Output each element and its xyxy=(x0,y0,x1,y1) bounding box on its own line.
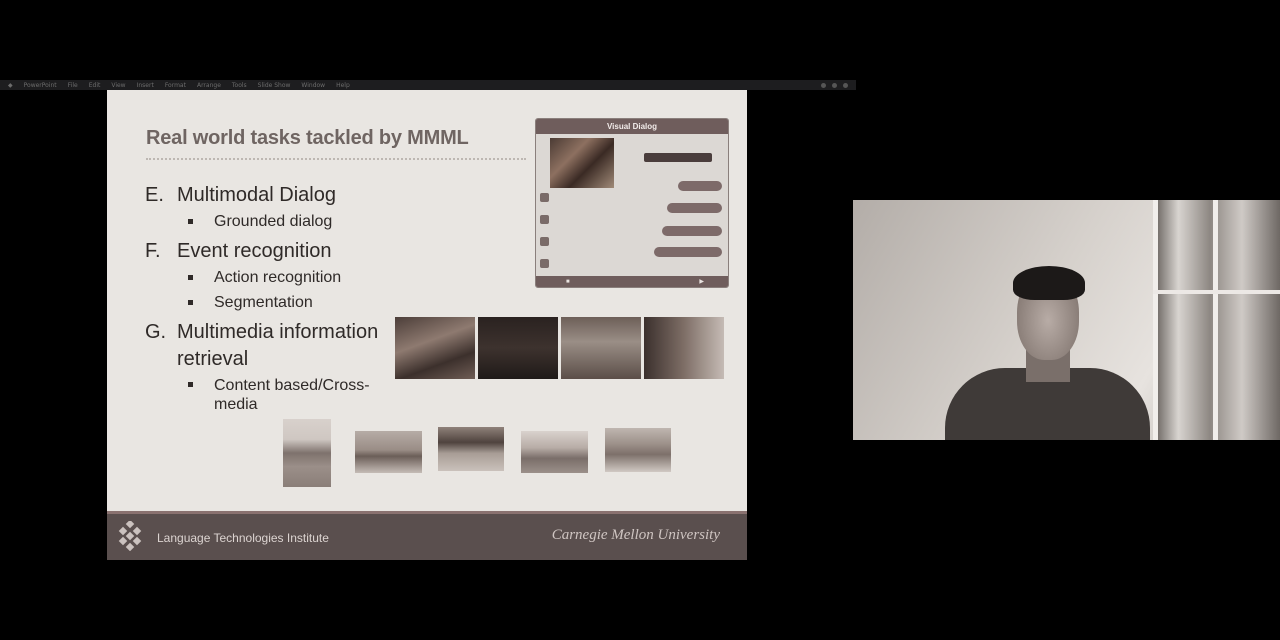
sub-bullet-text: Segmentation xyxy=(214,294,313,311)
title-divider xyxy=(146,158,526,160)
action-frame xyxy=(478,317,558,379)
action-frame xyxy=(561,317,641,379)
presenter-webcam xyxy=(853,200,1280,440)
dialog-answer-bubble xyxy=(662,226,722,236)
institute-name: Language Technologies Institute xyxy=(157,531,329,545)
slide-footer: Language Technologies Institute Carnegie… xyxy=(107,511,747,560)
university-name: Carnegie Mellon University xyxy=(551,527,720,543)
chat-avatar-icon xyxy=(540,215,549,224)
presenter-hair xyxy=(1013,266,1085,300)
bullet-square-icon xyxy=(188,300,193,305)
apple-menu-icon[interactable]: ◆ xyxy=(8,82,13,89)
lti-logo-icon xyxy=(118,521,142,551)
sub-bullet-text: Action recognition xyxy=(214,269,342,286)
app-menubar: ◆ PowerPoint File Edit View Insert Forma… xyxy=(0,80,856,90)
menu-item-edit[interactable]: Edit xyxy=(89,82,101,89)
visual-dialog-title: Visual Dialog xyxy=(536,119,728,134)
dialog-question xyxy=(540,258,549,269)
menu-item-format[interactable]: Format xyxy=(165,82,186,89)
bullet-square-icon xyxy=(188,275,193,280)
presentation-slide: Real world tasks tackled by MMML E. Mult… xyxy=(107,90,747,560)
stop-icon[interactable]: ■ xyxy=(566,279,570,285)
dialog-caption xyxy=(644,153,712,162)
dialog-question xyxy=(540,192,549,203)
menu-item-arrange[interactable]: Arrange xyxy=(197,82,221,89)
window-frame xyxy=(1153,290,1280,294)
action-frame xyxy=(395,317,475,379)
sub-bullet-text: Content based/Cross- xyxy=(214,377,370,394)
retrieval-thumbnail xyxy=(521,431,588,473)
menu-item-insert[interactable]: Insert xyxy=(137,82,154,89)
bullet-square-icon xyxy=(188,219,193,224)
bullet-square-icon xyxy=(188,382,193,387)
dialog-answer-bubble xyxy=(678,181,722,191)
play-icon[interactable]: ▶ xyxy=(699,278,704,285)
section-letter: F. xyxy=(145,240,161,262)
window-frame xyxy=(1213,200,1218,440)
sub-bullet: Segmentation xyxy=(145,290,405,315)
chat-avatar-icon xyxy=(540,193,549,202)
section-heading: Multimodal Dialog xyxy=(177,184,336,206)
dialog-answer-bubble xyxy=(654,247,722,257)
section-heading: Multimedia information xyxy=(177,321,379,343)
retrieval-thumbnail xyxy=(283,419,331,487)
dialog-controls: ■ ▶ xyxy=(536,276,728,287)
menu-item-slideshow[interactable]: Slide Show xyxy=(258,82,291,89)
sub-bullet-text: Grounded dialog xyxy=(214,213,333,230)
menu-item-help[interactable]: Help xyxy=(336,82,350,89)
sub-bullet: Content based/Cross- media xyxy=(145,373,405,414)
section-g: G. Multimedia information xyxy=(145,319,405,346)
dialog-question xyxy=(540,214,549,225)
menu-item-view[interactable]: View xyxy=(111,82,125,89)
section-heading: Event recognition xyxy=(177,240,332,262)
status-icon[interactable] xyxy=(821,82,826,88)
action-frames xyxy=(395,317,724,379)
chat-avatar-icon xyxy=(540,237,549,246)
menu-item-app[interactable]: PowerPoint xyxy=(24,82,57,89)
menu-item-file[interactable]: File xyxy=(68,82,78,89)
menu-item-tools[interactable]: Tools xyxy=(232,82,247,89)
section-heading-line2: retrieval xyxy=(177,348,249,370)
section-e: E. Multimodal Dialog xyxy=(145,182,405,209)
retrieval-thumbnail xyxy=(438,427,504,471)
footer-rule xyxy=(107,511,747,514)
section-g-continued: retrieval xyxy=(145,346,405,373)
sub-bullet: Action recognition xyxy=(145,265,405,290)
slide-title: Real world tasks tackled by MMML xyxy=(146,127,469,149)
dialog-answer-bubble xyxy=(667,203,722,213)
retrieval-thumbnail xyxy=(605,428,671,472)
battery-icon[interactable] xyxy=(843,82,848,88)
retrieval-thumbnail xyxy=(355,431,422,473)
bullet-list: E. Multimodal Dialog Grounded dialog F. … xyxy=(145,182,405,414)
visual-dialog-card: Visual Dialog ■ ▶ xyxy=(535,118,729,288)
dialog-question xyxy=(540,236,549,247)
window-frame xyxy=(1153,200,1158,440)
menubar-status-area xyxy=(821,80,848,90)
menu-item-window[interactable]: Window xyxy=(301,82,325,89)
sub-bullet-text-line2: media xyxy=(214,396,258,413)
section-f: F. Event recognition xyxy=(145,238,405,265)
section-letter: E. xyxy=(145,184,164,206)
sub-bullet: Grounded dialog xyxy=(145,209,405,234)
chat-avatar-icon xyxy=(540,259,549,268)
wifi-icon[interactable] xyxy=(832,82,837,88)
dialog-image xyxy=(550,138,614,188)
action-frame xyxy=(644,317,724,379)
section-letter: G. xyxy=(145,321,167,343)
